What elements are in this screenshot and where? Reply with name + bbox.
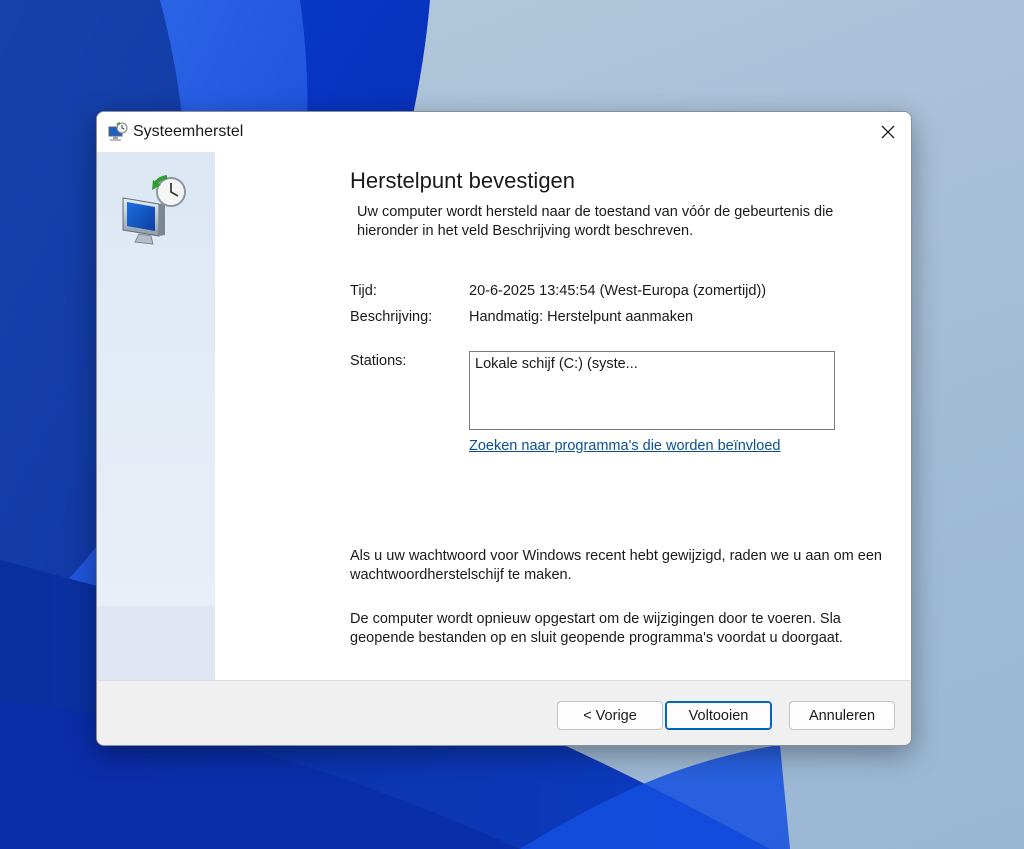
station-item[interactable]: Lokale schijf (C:) (syste...: [475, 356, 638, 372]
description-value: Handmatig: Herstelpunt aanmaken: [469, 309, 694, 325]
desktop: Systeemherstel Herstelpunt bevestigen Uw…: [0, 0, 1024, 849]
affected-programs-link[interactable]: Zoeken naar programma's die worden beïnv…: [469, 438, 780, 454]
window-title: Systeemherstel: [133, 123, 244, 140]
system-restore-dialog: Systeemherstel Herstelpunt bevestigen Uw…: [96, 111, 912, 746]
description-label: Beschrijving:: [350, 309, 433, 325]
side-panel-lower: [97, 606, 215, 680]
title-bar: Systeemherstel: [97, 112, 911, 152]
time-value: 20-6-2025 13:45:54 (West-Europa (zomerti…: [469, 283, 767, 299]
finish-button[interactable]: Voltooien: [665, 701, 772, 730]
side-panel: [97, 152, 215, 680]
page-heading: Herstelpunt bevestigen: [350, 168, 576, 193]
restart-note: De computer wordt opnieuw opgestart om d…: [350, 611, 843, 646]
close-icon: [881, 125, 895, 139]
stations-label: Stations:: [350, 353, 407, 369]
time-label: Tijd:: [350, 283, 377, 299]
intro-text: Uw computer wordt hersteld naar de toest…: [357, 204, 834, 239]
back-button[interactable]: < Vorige: [557, 701, 663, 730]
system-restore-large-icon: [122, 175, 186, 245]
stations-list[interactable]: Lokale schijf (C:) (syste...: [469, 351, 835, 430]
content-area: Herstelpunt bevestigen Uw computer wordt…: [215, 152, 911, 680]
password-note: Als u uw wachtwoord voor Windows recent …: [350, 548, 882, 583]
button-bar: < Vorige Voltooien Annuleren: [97, 680, 911, 745]
close-button[interactable]: [865, 112, 911, 152]
cancel-button[interactable]: Annuleren: [789, 701, 895, 730]
system-restore-icon: [108, 122, 128, 141]
